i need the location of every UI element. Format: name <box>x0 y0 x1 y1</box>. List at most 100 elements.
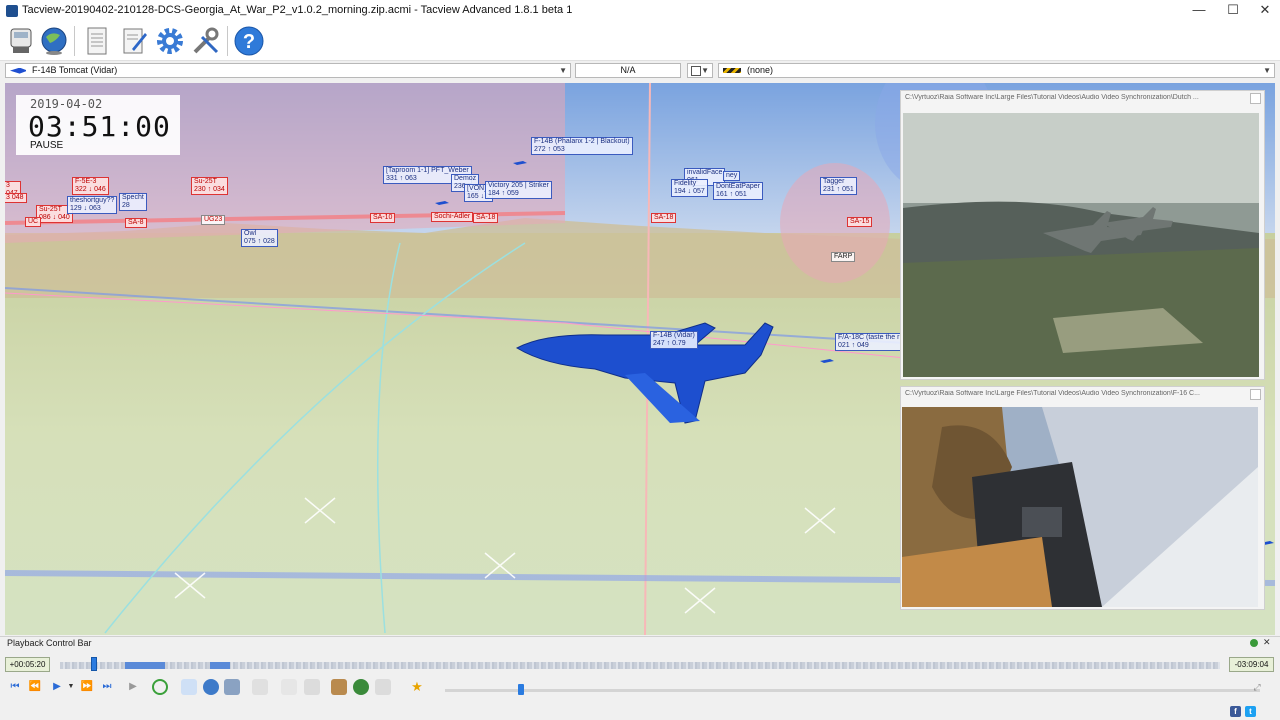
settings-icon[interactable] <box>154 25 186 57</box>
object-label[interactable]: ney <box>723 171 741 181</box>
video-path: C:\Vyrtuoz\Raia Software Inc\Large Files… <box>905 94 1199 101</box>
label-data: 161 ↑ 051 <box>716 191 747 198</box>
camera-mode-icon[interactable] <box>152 679 168 695</box>
minimize-button[interactable]: — <box>1182 0 1216 22</box>
object-label[interactable]: theshortguy?? 129 ↓ 063 <box>67 196 118 214</box>
marker-tool-icon[interactable] <box>252 679 268 695</box>
object-label[interactable]: 3 048 <box>5 193 27 203</box>
video-panel-bottom[interactable]: C:\Vyrtuoz\Raia Software Inc\Large Files… <box>900 386 1265 610</box>
chevron-down-icon: ▼ <box>559 66 567 75</box>
toolbar-separator <box>227 26 228 56</box>
map-layer-icon[interactable] <box>353 679 369 695</box>
object-label[interactable]: Fidelity 194 ↓ 057 <box>671 179 708 197</box>
target-object-select[interactable]: (none) ▼ <box>718 63 1275 78</box>
pin-icon[interactable] <box>1250 639 1258 647</box>
label-name: DontEatPaper <box>716 183 760 190</box>
video-panel-top[interactable]: C:\Vyrtuoz\Raia Software Inc\Large Files… <box>900 90 1265 380</box>
playback-state: PAUSE <box>30 140 64 151</box>
tools-icon[interactable] <box>190 25 222 57</box>
aircraft-view-icon[interactable] <box>181 679 197 695</box>
playback-bar-title: Playback Control Bar <box>7 638 92 648</box>
skip-to-end-icon[interactable]: ⏭ <box>100 680 114 694</box>
primary-object-select[interactable]: F-14B Tomcat (Vidar) ▼ <box>5 63 571 78</box>
twitter-icon[interactable]: t <box>1245 706 1256 717</box>
object-label[interactable]: Tagger 231 ↑ 051 <box>820 177 857 195</box>
close-icon[interactable]: ✕ <box>1263 637 1271 648</box>
selected-object-label[interactable]: F-14B (Vidar) 247 ↑ 0.79 <box>650 331 698 349</box>
notepad-icon[interactable] <box>118 25 150 57</box>
object-label[interactable]: F/A-18C (taste the r 021 ↑ 049 <box>835 333 903 351</box>
label-name: invalidFace <box>687 169 723 176</box>
ruler-tool-icon[interactable] <box>281 679 297 695</box>
label-data: 28 <box>122 202 130 209</box>
chevron-down-icon[interactable]: ▼ <box>64 680 78 694</box>
target-mode-button[interactable]: ▼ <box>687 63 713 78</box>
object-label[interactable]: Victory 205 | Striker 184 ↑ 059 <box>485 181 552 199</box>
document-icon[interactable] <box>81 25 113 57</box>
missile-view-icon[interactable] <box>224 679 240 695</box>
maximize-button[interactable]: ☐ <box>1216 0 1250 22</box>
label-name: F-14B (Phalanx 1-2 | Blackout) <box>534 138 630 145</box>
ground-unit-label[interactable]: SA-10 <box>370 213 396 223</box>
ship-filter-icon[interactable] <box>331 679 347 695</box>
target-object-value: (none) <box>747 65 774 75</box>
farp-label[interactable]: FARP <box>831 252 856 262</box>
label-name: theshortguy?? <box>70 197 115 204</box>
label-name: Su-25T <box>39 206 62 213</box>
object-label[interactable]: UC <box>25 217 42 227</box>
skip-to-start-icon[interactable]: ⏮ <box>8 680 22 694</box>
speed-slider-track[interactable] <box>445 689 1260 692</box>
object-label[interactable]: Owl 075 ↑ 028 <box>241 229 278 247</box>
label-name: Demoz <box>454 175 477 182</box>
ground-unit-label[interactable]: SA-18 <box>473 213 499 223</box>
chevron-down-icon: ▼ <box>1263 66 1271 75</box>
timeline-thumb[interactable] <box>91 657 98 671</box>
close-button[interactable]: ✕ <box>1248 0 1280 22</box>
ground-unit-label[interactable]: SA-8 <box>125 218 147 228</box>
ground-unit-label[interactable]: SA-18 <box>651 213 677 223</box>
timeline-track[interactable] <box>60 662 1220 669</box>
step-frame-icon[interactable]: ▶ <box>126 680 140 694</box>
label-filter-icon[interactable] <box>375 679 391 695</box>
star-icon[interactable]: ★ <box>410 680 424 694</box>
label-data: 021 ↑ 049 <box>838 342 869 349</box>
help-icon[interactable]: ? <box>233 25 265 57</box>
clock-overlay: 2019-04-02 03:51:00 PAUSE <box>16 95 180 155</box>
3d-view[interactable]: 2019-04-02 03:51:00 PAUSE F-14B (Phalanx… <box>5 83 1275 635</box>
radar-tool-icon[interactable] <box>304 679 320 695</box>
facebook-icon[interactable]: f <box>1230 706 1241 717</box>
label-data: 086 ↓ 040 <box>39 214 70 221</box>
object-label[interactable]: F-14B (Phalanx 1-2 | Blackout) 272 ↑ 053 <box>531 137 633 155</box>
label-data: 075 ↑ 028 <box>244 238 275 245</box>
event-marker <box>125 662 165 669</box>
fast-forward-icon[interactable]: ⏩ <box>80 680 94 694</box>
close-icon[interactable] <box>1250 93 1261 104</box>
label-data: 184 ↑ 059 <box>488 190 519 197</box>
label-name: 3 048 <box>6 194 24 201</box>
ground-unit-label[interactable]: SA-15 <box>847 217 873 227</box>
expand-icon[interactable]: ⤢ <box>1250 680 1264 694</box>
recorder-icon[interactable] <box>5 25 37 57</box>
speed-slider-thumb[interactable] <box>518 684 525 695</box>
rewind-icon[interactable]: ⏪ <box>28 680 42 694</box>
object-label[interactable]: DontEatPaper 161 ↑ 051 <box>713 182 763 200</box>
playback-bar-header: Playback Control Bar ✕ <box>0 636 1280 651</box>
airfield-label[interactable]: Sochi-Adler <box>431 212 474 222</box>
elapsed-time: +00:05:20 <box>5 657 50 672</box>
globe-view-icon[interactable] <box>203 679 219 695</box>
ground-unit-label[interactable]: UG23 <box>201 215 226 225</box>
label-name: F-5E-3 <box>75 178 97 185</box>
label-name: Tagger <box>823 178 845 185</box>
label-name: F/A-18C (taste the r <box>838 334 900 341</box>
clock-date: 2019-04-02 <box>30 97 103 111</box>
label-name: Su-25T <box>194 178 217 185</box>
jet-icon <box>10 67 26 74</box>
object-label[interactable]: Su-25T 230 ↑ 034 <box>191 177 228 195</box>
object-label[interactable]: Specht 28 <box>119 193 147 211</box>
play-icon[interactable]: ▶ <box>50 680 64 694</box>
event-marker <box>210 662 230 669</box>
close-icon[interactable] <box>1250 389 1261 400</box>
globe-icon[interactable] <box>38 25 70 57</box>
label-name: 3 <box>6 182 10 189</box>
object-label[interactable]: F-5E-3 322 ↓ 046 <box>72 177 109 195</box>
